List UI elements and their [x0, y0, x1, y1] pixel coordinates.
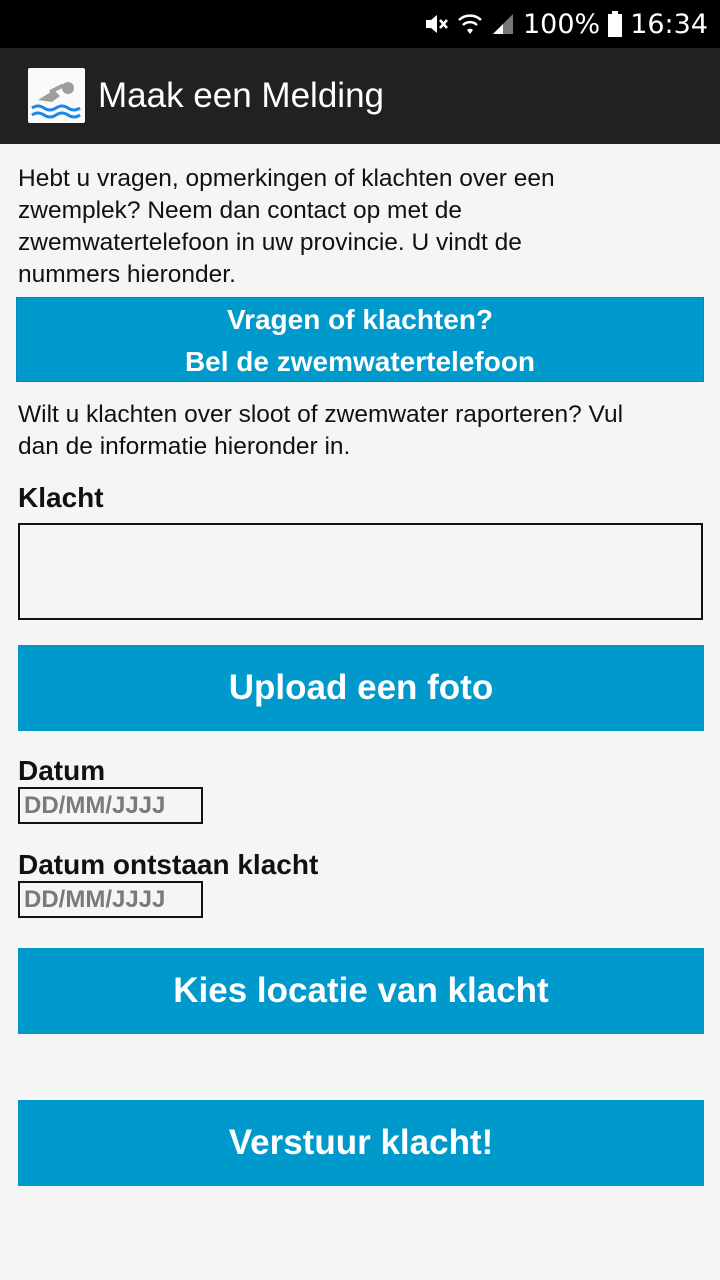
- app-bar: Maak een Melding: [0, 48, 720, 144]
- intro-text: Hebt u vragen, opmerkingen of klachten o…: [18, 165, 555, 288]
- datum-ontstaan-input[interactable]: [18, 881, 203, 918]
- call-zwemwatertelefoon-button[interactable]: Vragen of klachten? Bel de zwemwatertele…: [16, 297, 704, 382]
- call-button-line1: Vragen of klachten?: [226, 304, 494, 335]
- call-button-line2: Bel de zwemwatertelefoon: [184, 346, 536, 377]
- upload-photo-button[interactable]: Upload een foto: [18, 645, 704, 731]
- datum-ontstaan-label: Datum ontstaan klacht: [18, 849, 319, 880]
- wifi-icon: [457, 12, 483, 36]
- submit-complaint-button[interactable]: Verstuur klacht!: [18, 1100, 704, 1186]
- battery-icon: [608, 11, 623, 37]
- klacht-input[interactable]: [18, 523, 703, 620]
- datum-input[interactable]: [18, 787, 203, 824]
- info-text: Wilt u klachten over sloot of zwemwater …: [18, 401, 624, 460]
- signal-icon: [491, 12, 515, 36]
- datum-label: Datum: [18, 755, 106, 786]
- choose-location-button[interactable]: Kies locatie van klacht: [18, 948, 704, 1034]
- swimmer-icon: [28, 68, 85, 123]
- page-title: Maak een Melding: [98, 76, 384, 115]
- klacht-label: Klacht: [18, 482, 104, 513]
- mute-icon: [423, 12, 449, 36]
- clock: 16:34: [630, 8, 708, 40]
- battery-level: 100%: [522, 8, 601, 40]
- status-bar: 100% 16:34: [0, 0, 720, 48]
